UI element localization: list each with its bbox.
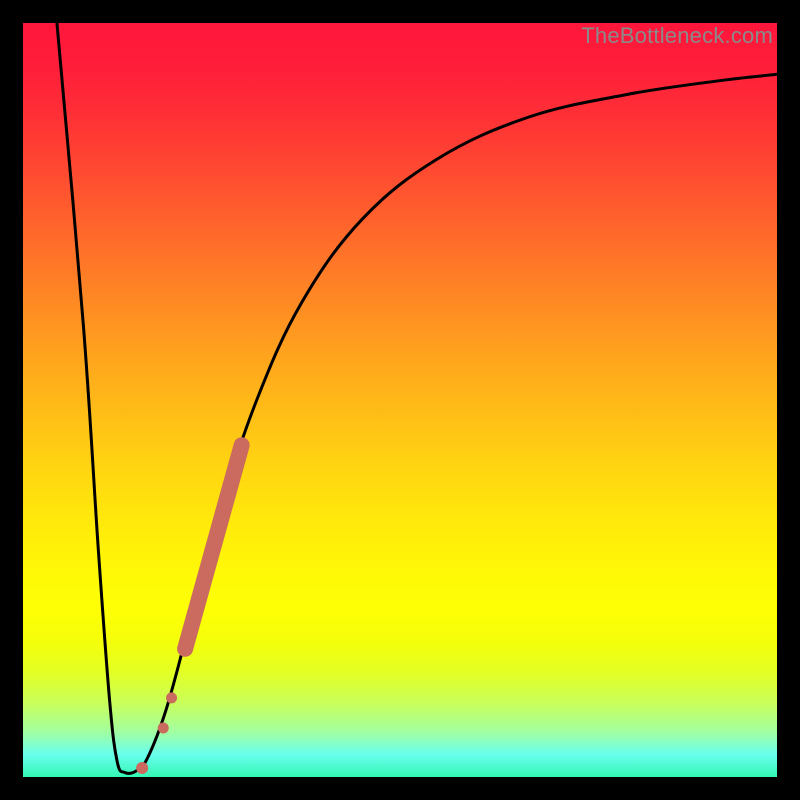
chart-svg bbox=[23, 23, 777, 777]
curve-layer bbox=[57, 23, 777, 773]
dot-mid1 bbox=[158, 722, 169, 733]
plot-area: TheBottleneck.com bbox=[23, 23, 777, 777]
chart-frame: TheBottleneck.com bbox=[0, 0, 800, 800]
main-curve bbox=[57, 23, 777, 773]
thick-segment bbox=[185, 445, 242, 649]
dot-mid2 bbox=[166, 692, 177, 703]
dot-bottom bbox=[136, 762, 148, 774]
bars-layer bbox=[185, 445, 242, 649]
